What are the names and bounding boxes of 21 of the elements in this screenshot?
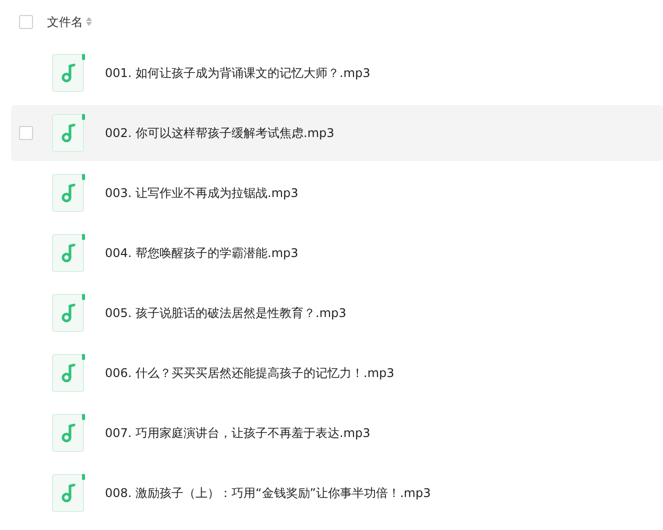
file-name[interactable]: 001. 如何让孩子成为背诵课文的记忆大师？.mp3 [105,64,370,82]
sort-icon[interactable] [86,17,92,26]
file-name[interactable]: 008. 激励孩子（上）：巧用“金钱奖励”让你事半功倍！.mp3 [105,484,431,502]
audio-file-icon [52,414,85,452]
file-name[interactable]: 007. 巧用家庭演讲台，让孩子不再羞于表达.mp3 [105,424,370,442]
file-row[interactable]: 002. 你可以这样帮孩子缓解考试焦虑.mp3 [11,105,663,161]
file-name[interactable]: 002. 你可以这样帮孩子缓解考试焦虑.mp3 [105,124,334,142]
checkbox[interactable] [19,14,33,28]
checkbox[interactable] [19,126,33,140]
audio-file-icon [52,114,85,152]
file-name[interactable]: 003. 让写作业不再成为拉锯战.mp3 [105,184,298,202]
column-header[interactable]: 文件名 [47,12,83,30]
audio-file-icon [52,54,85,92]
file-name[interactable]: 005. 孩子说脏话的破法居然是性教育？.mp3 [105,304,346,322]
audio-file-icon [52,234,85,272]
file-name[interactable]: 004. 帮您唤醒孩子的学霸潜能.mp3 [105,244,298,262]
audio-file-icon [52,294,85,332]
file-name[interactable]: 006. 什么？买买买居然还能提高孩子的记忆力！.mp3 [105,364,394,382]
audio-file-icon [52,174,85,212]
audio-file-icon [52,354,85,392]
audio-file-icon [52,474,85,512]
